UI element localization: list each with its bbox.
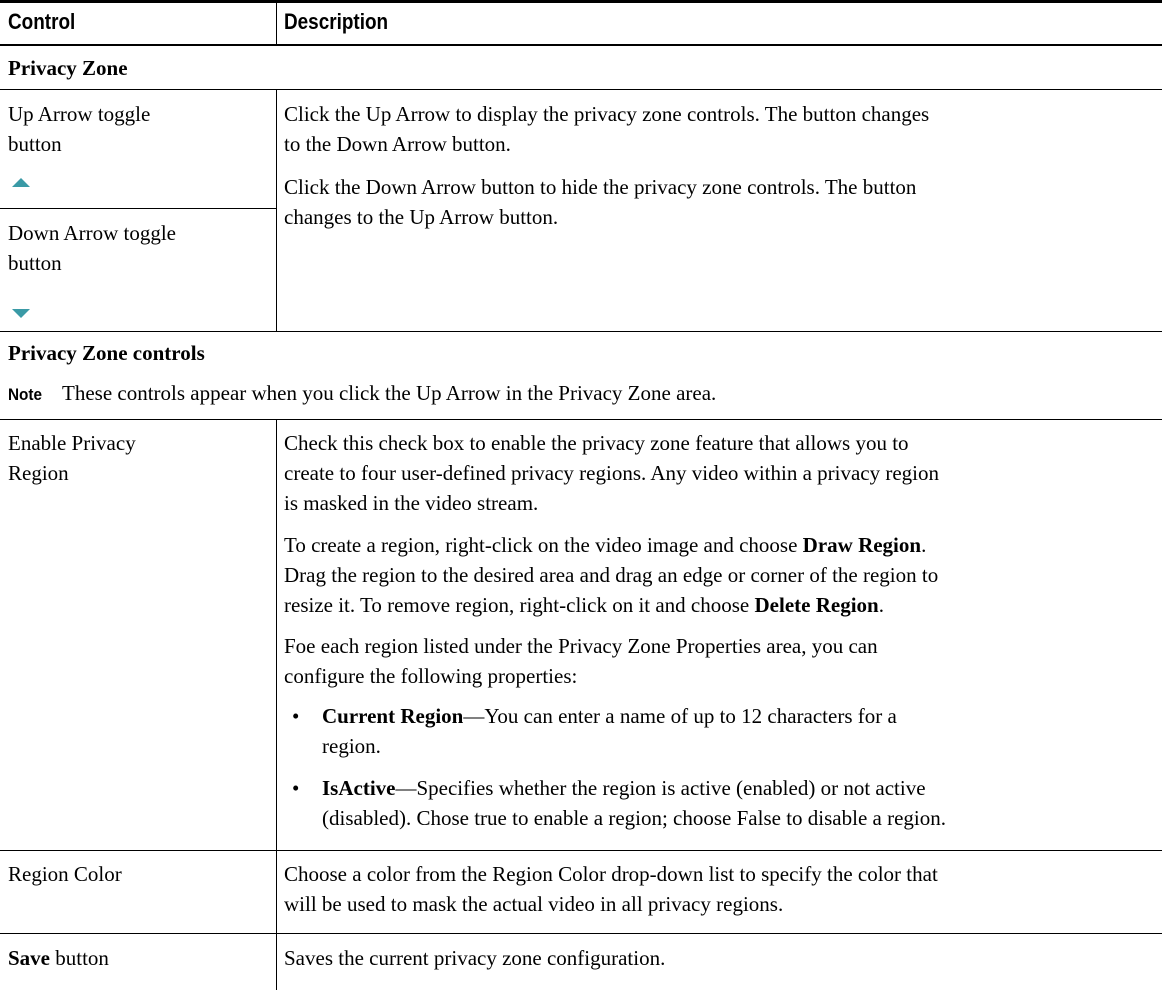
control-save-button: Save button bbox=[8, 946, 109, 970]
up-triangle-icon bbox=[12, 178, 30, 187]
enable-privacy-description-p1: Check this check box to enable the priva… bbox=[284, 431, 940, 515]
enable-privacy-bottom-rule bbox=[0, 850, 1162, 851]
arrow-description-p2: Click the Down Arrow button to hide the … bbox=[284, 175, 917, 229]
down-triangle-icon bbox=[12, 309, 30, 318]
bullet-dot-icon: • bbox=[292, 704, 300, 728]
column-header-description: Description bbox=[284, 9, 389, 34]
section-title-privacy-zone: Privacy Zone bbox=[8, 56, 128, 80]
bullet-isactive: • IsActive—Specifies whether the region … bbox=[284, 773, 1154, 833]
control-down-arrow-toggle: Down Arrow toggle button bbox=[8, 221, 176, 275]
header-divider bbox=[276, 0, 277, 45]
note-bottom-rule bbox=[0, 419, 1162, 420]
bullet-current-region: • Current Region—You can enter a name of… bbox=[284, 701, 1154, 761]
note-label: Note bbox=[8, 385, 43, 404]
control-up-arrow-toggle: Up Arrow toggle button bbox=[8, 102, 151, 156]
arrow-rows-split-rule bbox=[0, 208, 277, 209]
region-color-description: Choose a color from the Region Color dro… bbox=[284, 862, 938, 916]
enable-privacy-description-p3: Foe each region listed under the Privacy… bbox=[284, 634, 878, 688]
arrow-rows-divider bbox=[276, 89, 277, 331]
section-title-privacy-zone-controls: Privacy Zone controls bbox=[8, 341, 205, 365]
delete-region-term: Delete Region bbox=[754, 593, 879, 617]
header-bottom-rule bbox=[0, 44, 1162, 46]
save-description: Saves the current privacy zone configura… bbox=[284, 946, 666, 970]
control-region-color: Region Color bbox=[8, 862, 122, 886]
privacy-zone-section-rule bbox=[0, 89, 1162, 90]
table-top-rule bbox=[0, 0, 1162, 3]
bullet-dot-icon: • bbox=[292, 776, 300, 800]
column-header-control: Control bbox=[8, 9, 76, 34]
draw-region-term: Draw Region bbox=[802, 533, 922, 557]
lower-table-divider bbox=[276, 419, 277, 990]
note-text: These controls appear when you click the… bbox=[62, 381, 717, 405]
control-enable-privacy-region: Enable Privacy Region bbox=[8, 431, 136, 485]
enable-privacy-description-p2: To create a region, right-click on the v… bbox=[284, 533, 939, 617]
properties-bullet-list: • Current Region—You can enter a name of… bbox=[284, 701, 1154, 833]
arrow-description-p1: Click the Up Arrow to display the privac… bbox=[284, 102, 930, 156]
region-color-bottom-rule bbox=[0, 933, 1162, 934]
arrow-rows-bottom-rule bbox=[0, 331, 1162, 332]
